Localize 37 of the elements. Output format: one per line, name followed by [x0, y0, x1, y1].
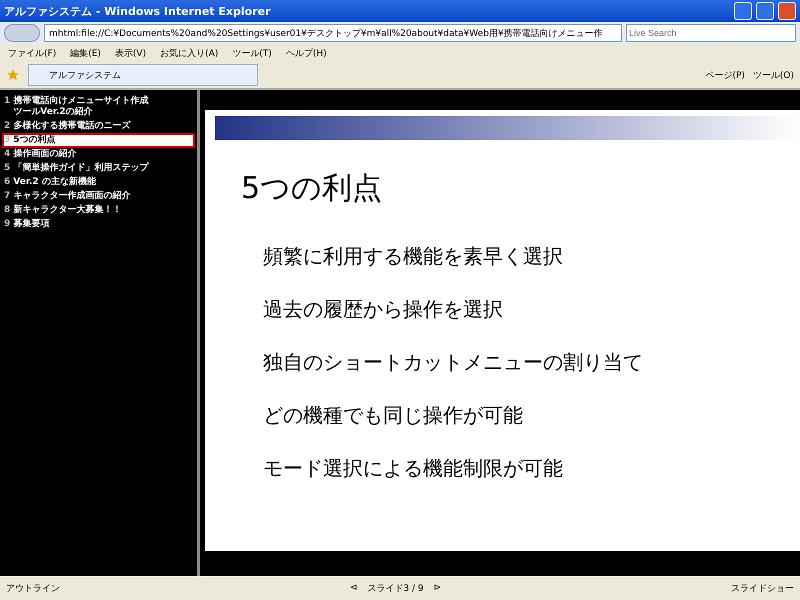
outline-item[interactable]: 3 5つの利点	[4, 135, 193, 146]
previous-slide-button[interactable]: ⊲	[350, 583, 358, 593]
slide-bullet: モード選択による機能制限が可能	[263, 455, 564, 482]
slide-bullet: どの機種でも同じ操作が可能	[263, 402, 524, 429]
menu-item[interactable]: 編集(E)	[70, 46, 101, 60]
menu-item[interactable]: ファイル(F)	[8, 46, 56, 60]
minimize-button[interactable]	[734, 2, 752, 20]
slide-bullet: 過去の履歴から操作を選択	[263, 296, 504, 323]
browser-tab[interactable]: アルファシステム	[28, 64, 258, 86]
window-title: アルファシステム - Windows Internet Explorer	[4, 4, 272, 18]
toolbar-menu[interactable]: ページ(P)	[705, 68, 745, 82]
outline-item[interactable]: 1 携帯電話向けメニューサイト作成ツールVer.2の紹介	[4, 96, 193, 118]
menu-item[interactable]: ツール(T)	[232, 46, 272, 60]
star-icon[interactable]	[6, 68, 20, 82]
outline-item[interactable]: 4 操作画面の紹介	[4, 149, 193, 160]
address-field[interactable]: mhtml:file://C:¥Documents%20and%20Settings¥user01¥デスクトップ¥m¥all%20about¥data¥Web用¥携帯電話向けメニュー作	[44, 24, 622, 42]
slide-counter: スライド3 / 9	[367, 582, 424, 594]
search-field[interactable]: Live Search	[626, 24, 796, 42]
outline-item[interactable]: 6 Ver.2 の主な新機能	[4, 177, 193, 188]
maximize-button[interactable]	[756, 2, 774, 20]
outline-tab[interactable]: アウトライン	[6, 582, 60, 594]
outline-item[interactable]: 7 キャラクター作成画面の紹介	[4, 191, 193, 202]
menu-item[interactable]: 表示(V)	[114, 46, 146, 60]
menu-item[interactable]: ヘルプ(H)	[286, 46, 327, 60]
back-forward-button[interactable]	[4, 24, 40, 42]
slide-bullet: 独自のショートカットメニューの割り当て	[263, 349, 644, 376]
slide-bullet: 頻繁に利用する機能を素早く選択	[263, 243, 564, 270]
slideshow-button[interactable]: スライドショー	[731, 582, 794, 594]
menu-item[interactable]: お気に入り(A)	[160, 46, 218, 60]
outline-item[interactable]: 8 新キャラクター大募集！！	[4, 205, 193, 216]
outline-item[interactable]: 9 募集要項	[4, 219, 193, 230]
outline-item[interactable]: 2 多様化する携帯電話のニーズ	[4, 121, 193, 132]
toolbar-menu[interactable]: ツール(O)	[752, 68, 794, 82]
slide-title: 5つの利点	[241, 170, 384, 208]
outline-item[interactable]: 5 「簡単操作ガイド」利用ステップ	[4, 163, 193, 174]
close-button[interactable]	[778, 2, 796, 20]
next-slide-button[interactable]: ⊳	[434, 583, 442, 593]
